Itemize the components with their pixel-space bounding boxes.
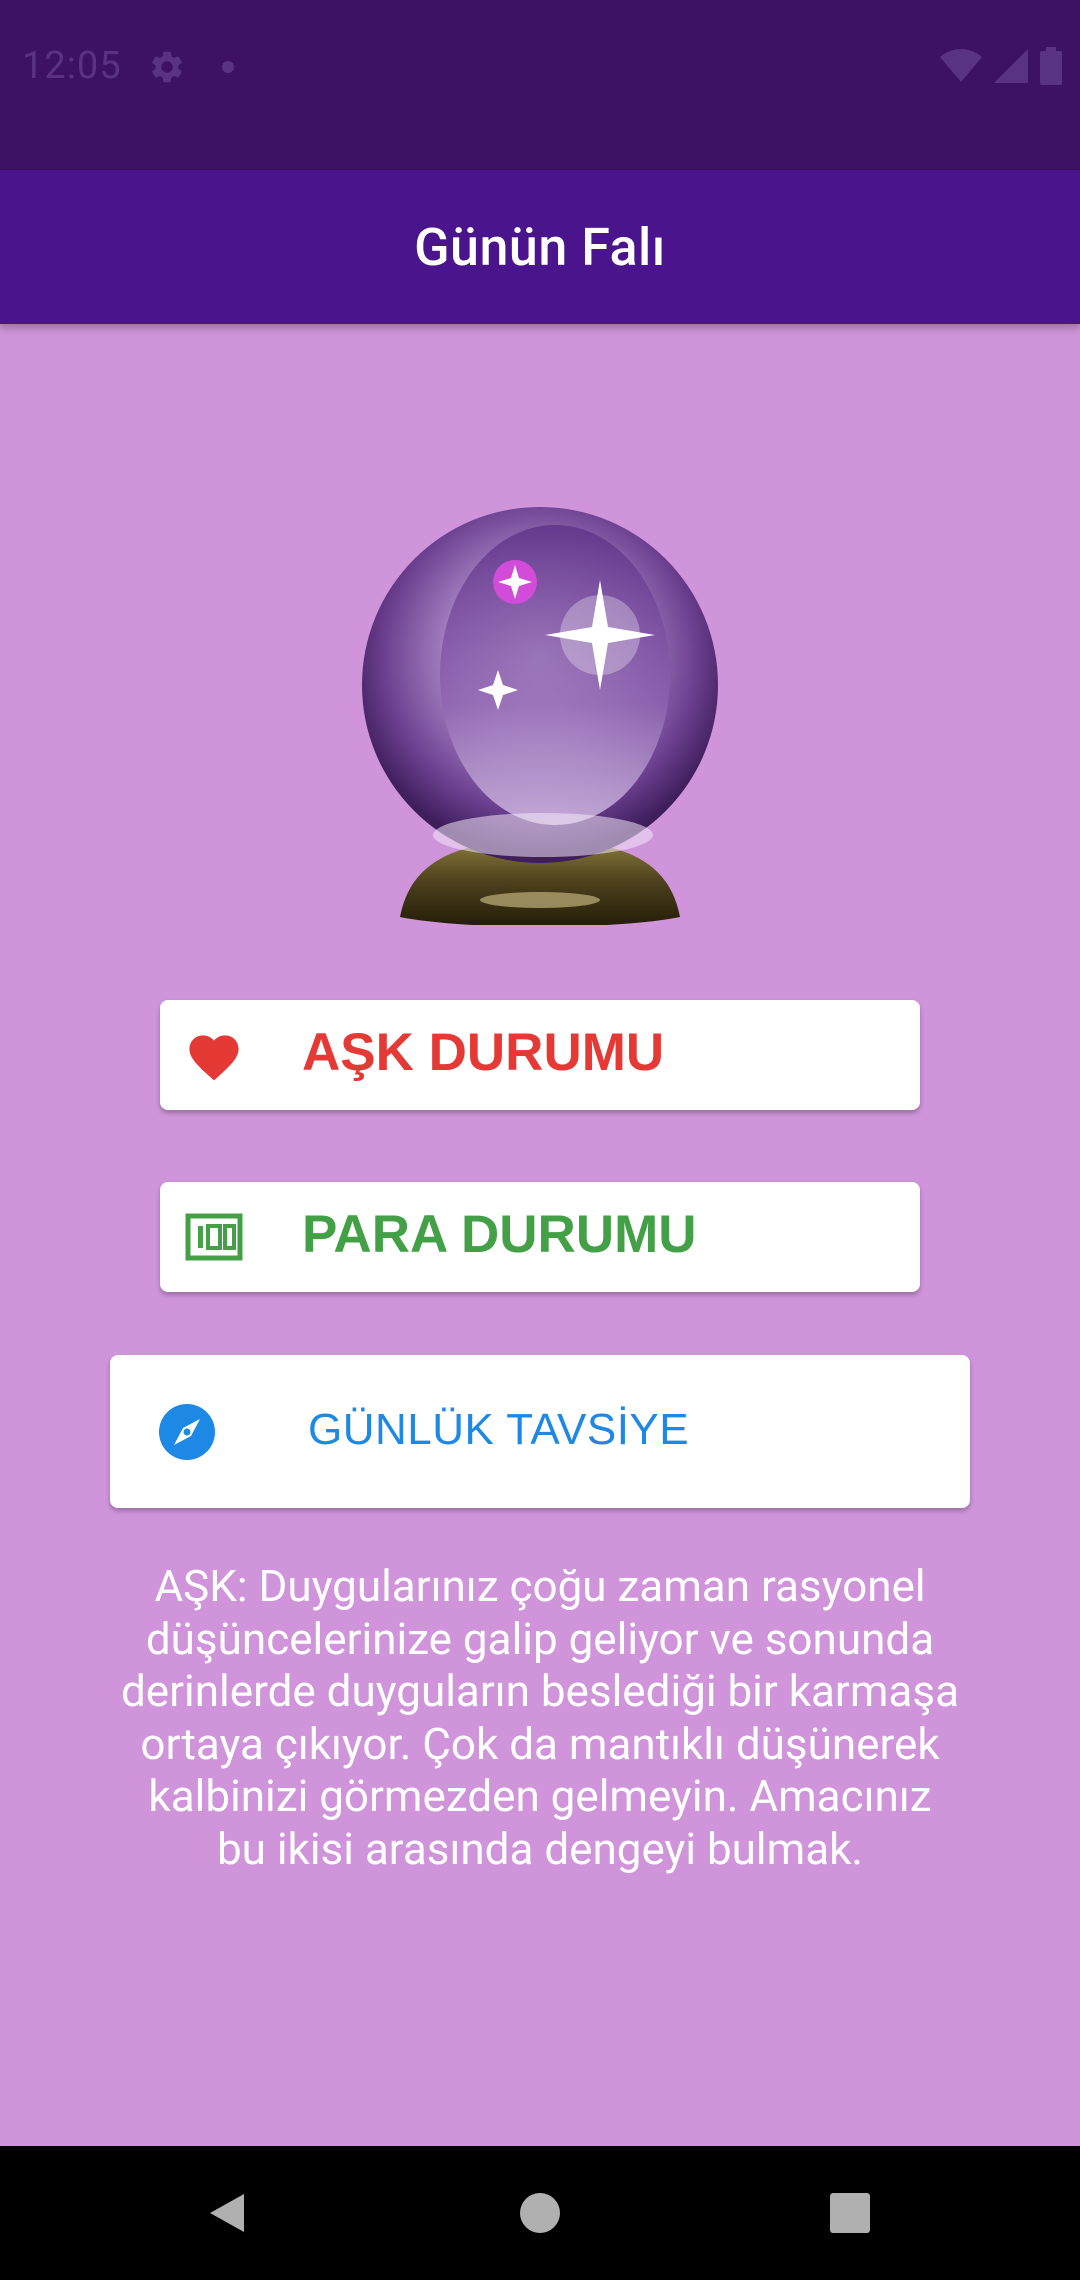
compass-icon [159, 1404, 215, 1460]
status-bar: 12:05 [0, 0, 1080, 170]
recent-apps-icon[interactable] [825, 2188, 875, 2238]
money-status-button[interactable]: PARA DURUMU [160, 1182, 920, 1292]
settings-icon [152, 51, 182, 83]
money-icon [185, 1213, 243, 1261]
navigation-bar [0, 2146, 1080, 2280]
status-icons [940, 46, 1062, 86]
heart-icon [189, 1035, 239, 1081]
fortune-text: AŞK: Duygularınız çoğu zaman rasyonel dü… [120, 1560, 960, 1875]
status-time: 12:05 [22, 44, 122, 88]
app-screen: 12:05 Günün Falı AŞK DURUMU PARA DURUMU … [0, 0, 1080, 2280]
money-status-label: PARA DURUMU [302, 1205, 697, 1264]
love-status-label: AŞK DURUMU [302, 1023, 665, 1082]
back-icon[interactable] [202, 2188, 252, 2238]
app-bar: Günün Falı [0, 170, 1080, 324]
battery-icon [1040, 47, 1062, 85]
daily-advice-button[interactable]: GÜNLÜK TAVSİYE [110, 1355, 970, 1508]
love-status-button[interactable]: AŞK DURUMU [160, 1000, 920, 1110]
app-title: Günün Falı [414, 216, 666, 278]
wifi-icon [940, 49, 982, 82]
notification-dot-icon [222, 61, 234, 73]
daily-advice-label: GÜNLÜK TAVSİYE [308, 1405, 690, 1454]
home-icon[interactable] [515, 2188, 565, 2238]
crystal-ball-icon [362, 507, 718, 925]
cellular-signal-icon [994, 49, 1028, 83]
